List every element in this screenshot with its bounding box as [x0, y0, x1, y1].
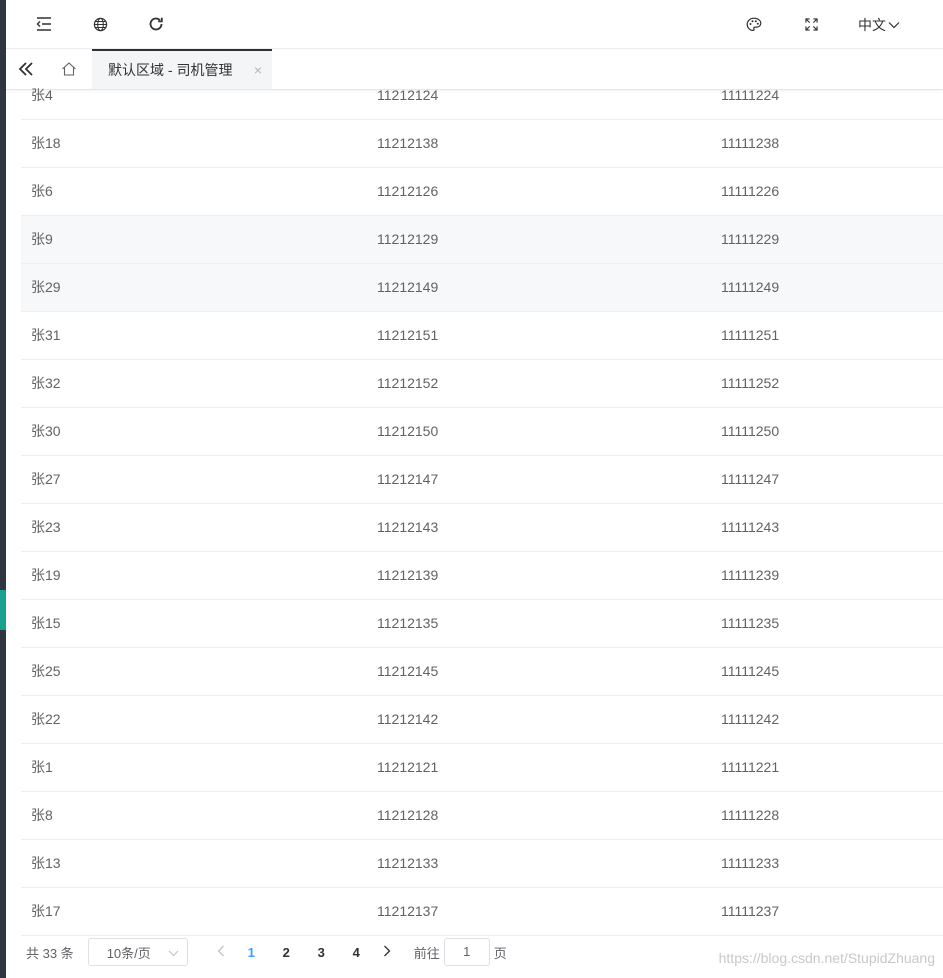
table-row[interactable]: 张23 11212143 11111243: [21, 504, 943, 552]
driver-name-cell: 张18: [31, 135, 61, 151]
number-cell: 11111245: [721, 663, 780, 679]
goto-suffix: 页: [493, 945, 507, 961]
number-cell: 11212150: [377, 423, 439, 439]
top-navbar: 中文: [6, 0, 943, 49]
number-cell: 11111251: [721, 327, 780, 343]
table-row[interactable]: 张32 11212152 11111252: [21, 360, 943, 408]
number-cell: 11111238: [721, 135, 780, 151]
driver-name-cell: 张8: [31, 807, 53, 823]
table-row[interactable]: 张9 11212129 11111229: [21, 216, 943, 264]
driver-table: 张4 11212124 11111224 张18 11212138 11111238 张6 1…: [21, 72, 943, 936]
number-cell: 11111242: [721, 711, 780, 727]
driver-name-cell: 张30: [31, 423, 61, 439]
driver-name-cell: 张6: [31, 183, 53, 199]
chevron-down-icon: [168, 945, 179, 964]
number-cell: 11111221: [721, 759, 780, 775]
driver-name-cell: 张19: [31, 567, 61, 583]
driver-name-cell: 张1: [31, 759, 53, 775]
number-cell: 11111250: [721, 423, 780, 439]
page-button-3[interactable]: 3: [304, 945, 339, 960]
driver-name-cell: 张4: [31, 87, 53, 103]
page-size-select[interactable]: 10条/页: [87, 938, 188, 966]
number-cell: 11212126: [377, 183, 439, 199]
number-cell: 11111249: [721, 279, 780, 295]
number-cell: 11111252: [721, 375, 780, 391]
number-cell: 11212139: [377, 567, 439, 583]
chevron-down-icon: [888, 22, 900, 29]
driver-name-cell: 张31: [31, 327, 61, 343]
table-row[interactable]: 张18 11212138 11111238: [21, 120, 943, 168]
table-row[interactable]: 张8 11212128 11111228: [21, 792, 943, 840]
menu-fold-icon[interactable]: [33, 13, 55, 35]
driver-name-cell: 张27: [31, 471, 61, 487]
driver-name-cell: 张15: [31, 615, 61, 631]
number-cell: 11212124: [377, 87, 439, 103]
table-row[interactable]: 张30 11212150 11111250: [21, 408, 943, 456]
driver-name-cell: 张22: [31, 711, 61, 727]
number-cell: 11111226: [721, 183, 780, 199]
number-cell: 11212128: [377, 807, 439, 823]
prev-page-icon[interactable]: [208, 945, 234, 960]
goto-prefix: 前往: [413, 945, 440, 961]
number-cell: 11212129: [377, 231, 439, 247]
number-cell: 11212149: [377, 279, 439, 295]
driver-name-cell: 张29: [31, 279, 61, 295]
sidebar-active-indicator: [0, 590, 6, 630]
table-row[interactable]: 张15 11212135 11111235: [21, 600, 943, 648]
driver-name-cell: 张17: [31, 903, 61, 919]
table-row[interactable]: 张6 11212126 11111226: [21, 168, 943, 216]
watermark: https://blog.csdn.net/StupidZhuang: [718, 950, 935, 966]
number-cell: 11212137: [377, 903, 439, 919]
number-cell: 11212147: [377, 471, 439, 487]
sidebar-strip: [0, 0, 6, 978]
driver-name-cell: 张25: [31, 663, 61, 679]
number-cell: 11212121: [377, 759, 439, 775]
driver-name-cell: 张32: [31, 375, 61, 391]
driver-name-cell: 张9: [31, 231, 53, 247]
table-row[interactable]: 张19 11212139 11111239: [21, 552, 943, 600]
number-cell: 11111239: [721, 567, 780, 583]
table-row[interactable]: 张1 11212121 11111221: [21, 744, 943, 792]
number-cell: 11212143: [377, 519, 439, 535]
table-row[interactable]: 张4 11212124 11111224: [21, 72, 943, 120]
driver-name-cell: 张13: [31, 855, 61, 871]
number-cell: 11111243: [721, 519, 780, 535]
refresh-icon[interactable]: [145, 13, 167, 35]
number-cell: 11111224: [721, 87, 780, 103]
table-row[interactable]: 张22 11212142 11111242: [21, 696, 943, 744]
page-button-1[interactable]: 1: [234, 945, 269, 960]
driver-name-cell: 张23: [31, 519, 61, 535]
page-button-4[interactable]: 4: [339, 945, 374, 960]
number-cell: 11212138: [377, 135, 439, 151]
language-switcher[interactable]: 中文: [858, 15, 900, 35]
page-button-2[interactable]: 2: [269, 945, 304, 960]
number-cell: 11111237: [721, 903, 780, 919]
fullscreen-icon[interactable]: [800, 13, 822, 35]
number-cell: 11111247: [721, 471, 780, 487]
number-cell: 11212133: [377, 855, 439, 871]
number-cell: 11212145: [377, 663, 439, 679]
page-size-value: 10条/页: [106, 945, 151, 961]
table-row[interactable]: 张31 11212151 11111251: [21, 312, 943, 360]
globe-icon[interactable]: [89, 13, 111, 35]
number-cell: 11212142: [377, 711, 439, 727]
number-cell: 11111228: [721, 807, 780, 823]
pagination-total: 共 33 条: [26, 945, 74, 961]
palette-icon[interactable]: [743, 13, 765, 35]
number-cell: 11111229: [721, 231, 780, 247]
table-row[interactable]: 张25 11212145 11111245: [21, 648, 943, 696]
number-cell: 11111233: [721, 855, 780, 871]
number-cell: 11212135: [377, 615, 439, 631]
table-row[interactable]: 张29 11212149 11111249: [21, 264, 943, 312]
language-label: 中文: [858, 17, 886, 33]
goto-page-input[interactable]: 1: [443, 938, 490, 966]
table-row[interactable]: 张27 11212147 11111247: [21, 456, 943, 504]
table-row[interactable]: 张13 11212133 11111233: [21, 840, 943, 888]
number-cell: 11212151: [377, 327, 439, 343]
table-row[interactable]: 张17 11212137 11111237: [21, 888, 943, 936]
number-cell: 11111235: [721, 615, 780, 631]
next-page-icon[interactable]: [374, 945, 400, 960]
number-cell: 11212152: [377, 375, 439, 391]
